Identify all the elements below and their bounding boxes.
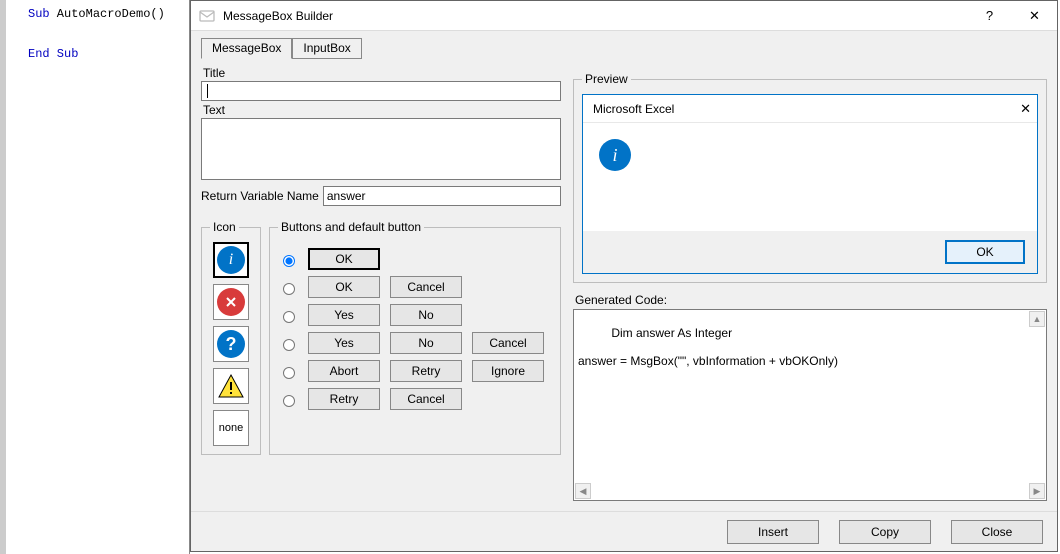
icon-option-information[interactable]: i: [213, 242, 249, 278]
radio-retry-cancel[interactable]: [283, 395, 295, 407]
tab-messagebox[interactable]: MessageBox: [201, 38, 292, 59]
sample-button-cancel[interactable]: Cancel: [390, 276, 462, 298]
close-dialog-button[interactable]: Close: [951, 520, 1043, 544]
preview-ok-button[interactable]: OK: [945, 240, 1025, 264]
copy-button[interactable]: Copy: [839, 520, 931, 544]
sample-button-abort[interactable]: Abort: [308, 360, 380, 382]
sample-button-yes2[interactable]: Yes: [308, 332, 380, 354]
code-line-blank: [28, 24, 187, 44]
radio-yes-no-cancel[interactable]: [283, 339, 295, 351]
sample-button-no[interactable]: No: [390, 304, 462, 326]
none-icon-label: none: [219, 422, 243, 434]
icon-option-exclamation[interactable]: [213, 368, 249, 404]
radio-abort-retry-ignore[interactable]: [283, 367, 295, 379]
preview-titlebar: Microsoft Excel ✕: [583, 95, 1037, 123]
question-icon: ?: [217, 330, 245, 358]
main-area: Title Text Return Variable Name Icon: [201, 64, 1047, 501]
icon-fieldset: Icon i ?: [201, 220, 261, 455]
sample-button-ok2[interactable]: OK: [308, 276, 380, 298]
buttons-legend: Buttons and default button: [278, 220, 424, 234]
right-column: Preview Microsoft Excel ✕ i OK: [573, 64, 1047, 501]
preview-messagebox: Microsoft Excel ✕ i OK: [582, 94, 1038, 274]
generated-code-box[interactable]: Dim answer As Integer answer = MsgBox(""…: [573, 309, 1047, 501]
radio-ok-only[interactable]: [283, 255, 295, 267]
left-column: Title Text Return Variable Name Icon: [201, 64, 561, 501]
sample-button-ignore[interactable]: Ignore: [472, 360, 544, 382]
title-label: Title: [203, 66, 561, 80]
code-line-1: Sub AutoMacroDemo(): [28, 4, 187, 24]
return-variable-row: Return Variable Name: [201, 186, 561, 206]
dialog-title: MessageBox Builder: [223, 9, 967, 23]
title-input[interactable]: [201, 81, 561, 101]
generated-code-label: Generated Code:: [575, 293, 1047, 307]
generated-code-text: Dim answer As Integer answer = MsgBox(""…: [578, 326, 838, 368]
text-input[interactable]: [201, 118, 561, 180]
code-identifier: AutoMacroDemo(): [50, 7, 165, 21]
sample-button-yes[interactable]: Yes: [308, 304, 380, 326]
sample-button-no2[interactable]: No: [390, 332, 462, 354]
icon-legend: Icon: [210, 220, 239, 234]
preview-fieldset: Preview Microsoft Excel ✕ i OK: [573, 72, 1047, 283]
button-option-yes-no: Yes No: [278, 304, 552, 326]
dialog-title-icon: [199, 8, 215, 24]
return-variable-label: Return Variable Name: [201, 189, 319, 203]
scroll-left-icon[interactable]: ◀: [575, 483, 591, 499]
button-option-yes-no-cancel: Yes No Cancel: [278, 332, 552, 354]
help-button[interactable]: ?: [967, 1, 1012, 31]
keyword-sub: Sub: [28, 7, 50, 21]
preview-information-icon: i: [599, 139, 631, 171]
button-option-retry-cancel: Retry Cancel: [278, 388, 552, 410]
dialog-titlebar[interactable]: MessageBox Builder ? ✕: [191, 1, 1057, 31]
information-icon: i: [217, 246, 245, 274]
icon-option-none[interactable]: none: [213, 410, 249, 446]
preview-title: Microsoft Excel: [593, 102, 1020, 116]
dialog-body: MessageBox InputBox Title Text Return Va…: [191, 31, 1057, 511]
tab-strip: MessageBox InputBox: [201, 37, 1047, 58]
keyword-end-sub: End Sub: [28, 47, 78, 61]
sample-button-cancel3[interactable]: Cancel: [390, 388, 462, 410]
scroll-up-icon[interactable]: ▲: [1029, 311, 1045, 327]
preview-footer: OK: [583, 231, 1037, 273]
radio-yes-no[interactable]: [283, 311, 295, 323]
scroll-right-icon[interactable]: ▶: [1029, 483, 1045, 499]
icon-options: i ?: [210, 242, 252, 446]
code-line-3: End Sub: [28, 44, 187, 64]
preview-body: i: [583, 123, 1037, 231]
close-button[interactable]: ✕: [1012, 1, 1057, 31]
exclamation-icon: [217, 373, 245, 399]
code-editor-pane: Sub AutoMacroDemo() End Sub: [0, 0, 190, 554]
icon-option-question[interactable]: ?: [213, 326, 249, 362]
icon-option-critical[interactable]: [213, 284, 249, 320]
text-label: Text: [203, 103, 561, 117]
icon-and-buttons-row: Icon i ?: [201, 212, 561, 455]
preview-close-icon[interactable]: ✕: [1020, 101, 1031, 117]
tab-inputbox[interactable]: InputBox: [292, 38, 361, 59]
radio-ok-cancel[interactable]: [283, 283, 295, 295]
button-option-ok-cancel: OK Cancel: [278, 276, 552, 298]
sample-button-ok[interactable]: OK: [308, 248, 380, 270]
button-option-ok-only: OK: [278, 248, 552, 270]
buttons-fieldset: Buttons and default button OK OK Cancel: [269, 220, 561, 455]
sample-button-retry[interactable]: Retry: [390, 360, 462, 382]
sample-button-retry2[interactable]: Retry: [308, 388, 380, 410]
button-option-abort-retry-ignore: Abort Retry Ignore: [278, 360, 552, 382]
insert-button[interactable]: Insert: [727, 520, 819, 544]
critical-icon: [217, 288, 245, 316]
dialog-bottom-bar: Insert Copy Close: [191, 511, 1057, 551]
preview-legend: Preview: [582, 72, 631, 86]
sample-button-cancel2[interactable]: Cancel: [472, 332, 544, 354]
messagebox-builder-dialog: MessageBox Builder ? ✕ MessageBox InputB…: [190, 0, 1058, 552]
return-variable-input[interactable]: [323, 186, 561, 206]
